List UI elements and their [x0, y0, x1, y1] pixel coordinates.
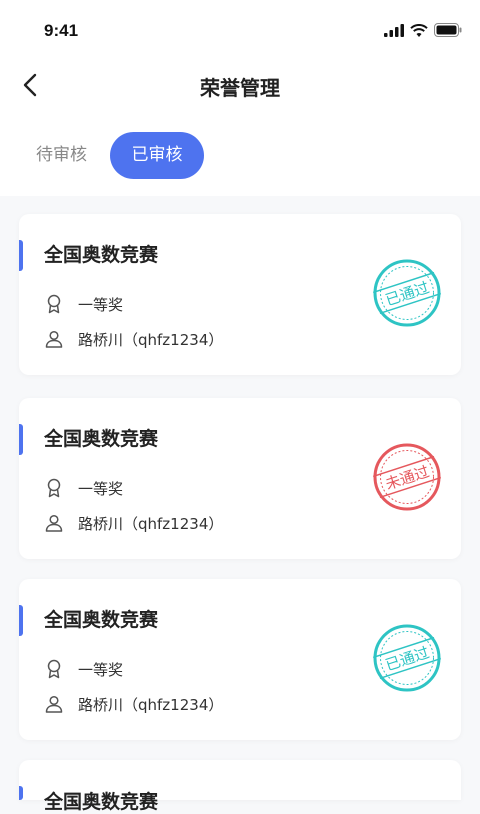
- user-icon: [44, 329, 64, 349]
- honor-card[interactable]: 全国奥数竞赛: [19, 760, 461, 813]
- wifi-icon: [410, 23, 428, 37]
- honor-card[interactable]: 全国奥数竞赛 一等奖 路桥川（qhfz1234） 未通过: [19, 398, 461, 559]
- status-icons: [384, 21, 462, 39]
- student-row: 路桥川（qhfz1234）: [44, 692, 223, 716]
- student-row: 路桥川（qhfz1234）: [44, 511, 223, 535]
- award-row: 一等奖: [44, 292, 123, 316]
- student-row: 路桥川（qhfz1234）: [44, 327, 223, 351]
- card-accent-bar: [19, 240, 23, 271]
- student-text: 路桥川（qhfz1234）: [78, 514, 224, 533]
- card-accent-bar: [19, 786, 23, 800]
- card-accent-bar: [19, 424, 23, 455]
- medal-icon: [44, 478, 64, 498]
- tab-pending[interactable]: 待审核: [36, 132, 96, 178]
- honor-card[interactable]: 全国奥数竞赛 一等奖 路桥川（qhfz1234） 已通过: [19, 579, 461, 740]
- rejected-stamp: 未通过: [372, 443, 442, 511]
- user-icon: [44, 694, 64, 714]
- header-area: 9:41 荣誉管理 待审核 已审核: [0, 0, 480, 196]
- card-title: 全国奥数竞赛: [44, 791, 159, 813]
- award-text: 一等奖: [78, 479, 124, 498]
- status-time: 9:41: [44, 21, 79, 40]
- award-row: 一等奖: [44, 657, 123, 681]
- student-text: 路桥川（qhfz1234）: [78, 695, 224, 714]
- medal-icon: [44, 659, 64, 679]
- student-text: 路桥川（qhfz1234）: [78, 330, 224, 349]
- card-accent-bar: [19, 605, 23, 636]
- card-title: 全国奥数竞赛: [44, 428, 159, 450]
- award-text: 一等奖: [78, 295, 124, 314]
- approved-stamp: 已通过: [372, 259, 442, 327]
- card-title: 全国奥数竞赛: [44, 609, 159, 631]
- medal-icon: [44, 294, 64, 314]
- honor-card[interactable]: 全国奥数竞赛 一等奖 路桥川（qhfz1234） 已通过: [19, 214, 461, 375]
- signal-icon: [384, 23, 404, 37]
- page-title: 荣誉管理: [200, 76, 280, 100]
- approved-stamp: 已通过: [372, 624, 442, 692]
- award-row: 一等奖: [44, 476, 123, 500]
- battery-icon: [434, 23, 462, 37]
- card-title: 全国奥数竞赛: [44, 244, 159, 266]
- tab-reviewed[interactable]: 已审核: [110, 132, 204, 179]
- award-text: 一等奖: [78, 660, 124, 679]
- user-icon: [44, 513, 64, 533]
